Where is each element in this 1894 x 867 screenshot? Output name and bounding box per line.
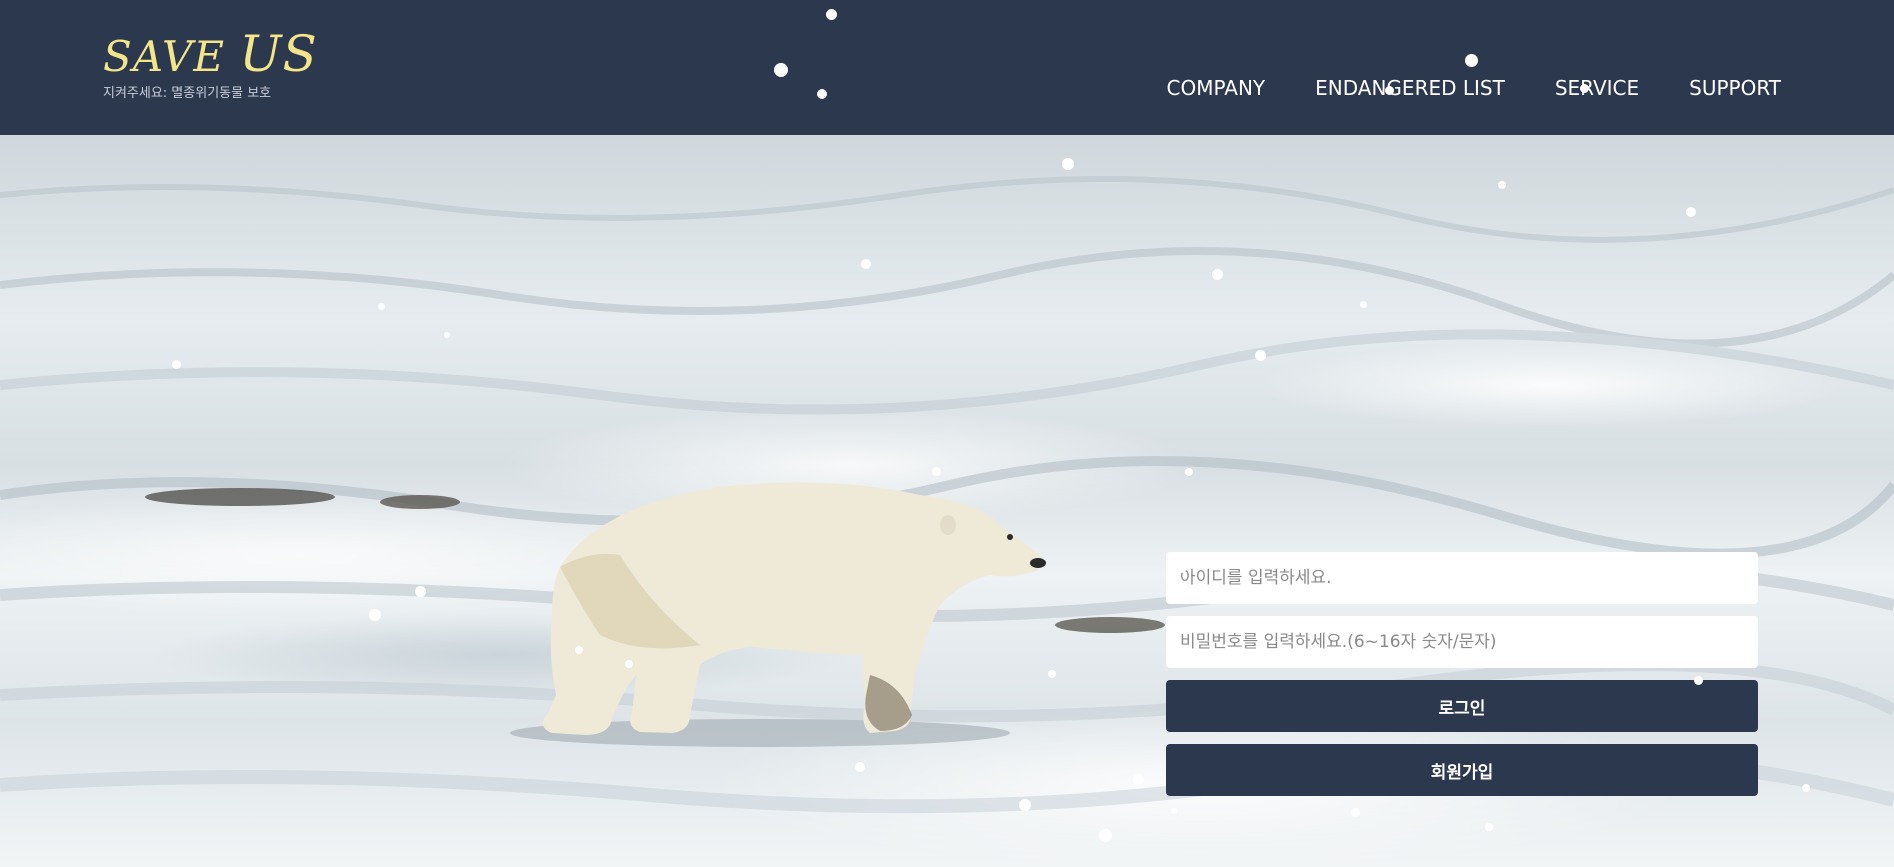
logo-title-save: SAVE	[103, 32, 240, 81]
nav-item-endangered-list[interactable]: ENDANGERED LIST	[1315, 76, 1505, 100]
nav-item-support[interactable]: SUPPORT	[1689, 76, 1781, 100]
site-header: SAVE US 지켜주세요: 멸종위기동물 보호 COMPANY ENDANGE…	[0, 0, 1894, 135]
login-button[interactable]: 로그인	[1166, 680, 1758, 732]
main-nav: COMPANY ENDANGERED LIST SERVICE SUPPORT	[1167, 76, 1781, 100]
logo-title: SAVE US	[103, 29, 318, 81]
nav-item-service[interactable]: SERVICE	[1555, 76, 1639, 100]
polar-bear-illustration	[542, 482, 1046, 735]
login-form: 로그인 회원가입	[1166, 552, 1758, 808]
hero-background: 로그인 회원가입	[0, 135, 1894, 867]
signup-button[interactable]: 회원가입	[1166, 744, 1758, 796]
logo-subtitle: 지켜주세요: 멸종위기동물 보호	[103, 86, 272, 101]
password-input[interactable]	[1166, 616, 1758, 668]
logo[interactable]: SAVE US 지켜주세요: 멸종위기동물 보호	[103, 29, 318, 101]
logo-title-us: US	[239, 25, 318, 83]
username-input[interactable]	[1166, 552, 1758, 604]
nav-item-company[interactable]: COMPANY	[1167, 76, 1266, 100]
